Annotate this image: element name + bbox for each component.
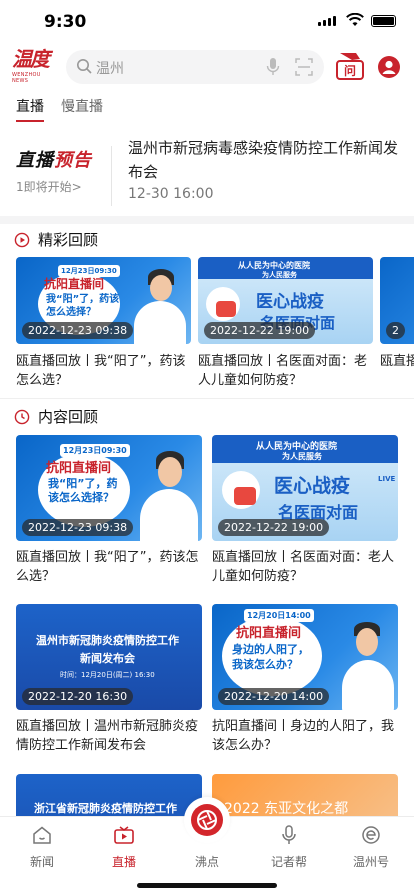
video-caption: 抗阳直播间丨身边的人阳了，我该怎么办？ — [212, 719, 395, 753]
live-tabs: 直播 慢直播 — [0, 92, 414, 124]
thumbnail-title: 浙江省新冠肺炎疫情防控工作 — [34, 802, 177, 815]
highlights-carousel[interactable]: 12月23日09:30 抗阳直播间 我“阳”了，药该怎么选择？ 2022-12-… — [0, 257, 414, 397]
tab-live-main[interactable]: 直播 — [94, 825, 154, 870]
divider — [0, 398, 414, 399]
video-date: 2022-12-20 16:30 — [22, 688, 134, 705]
video-thumbnail: 12月23日09:30 抗阳直播间 我“阳”了，药该怎么选择？ 2022-12-… — [16, 257, 191, 344]
video-thumbnail: 12月20日14:00 抗阳直播间 身边的人阳了，我该怎么办？ 2022-12-… — [212, 604, 398, 710]
top-header: 温度 WENZHOU NEWS 温州 问 — [0, 44, 414, 90]
video-date: 2022-12-20 14:00 — [218, 688, 330, 705]
section-separator — [0, 216, 414, 224]
live-preview-card[interactable]: 直播预告 1即将开始> 温州市新冠病毒感染疫情防控工作新闻发布会 12-30 1… — [0, 126, 414, 216]
highlights-title: 精彩回顾 — [38, 231, 99, 249]
battery-icon — [371, 15, 396, 27]
search-input[interactable]: 温州 — [66, 50, 324, 84]
video-caption: 瓯直播回放丨我“阳了”，药该怎么选？ — [16, 550, 199, 584]
status-bar: 9:30 — [0, 0, 414, 44]
scan-icon[interactable] — [295, 58, 313, 76]
preview-time: 12-30 16:00 — [128, 186, 214, 202]
center-action-button[interactable] — [184, 797, 230, 843]
video-caption: 瓯直播回放丨温州市新冠肺炎疫情防控工作新闻发布会 — [16, 719, 199, 753]
mic-icon — [282, 825, 296, 844]
search-placeholder: 温州 — [96, 61, 124, 77]
wifi-icon — [346, 13, 364, 26]
search-icon — [77, 59, 92, 74]
tab-wenzhou-account[interactable]: 温州号 — [341, 825, 401, 870]
tab-label: 沸点 — [194, 855, 219, 869]
video-date: 2022-12-22 19:00 — [204, 322, 316, 339]
video-thumbnail: 2 — [380, 257, 414, 344]
tv-icon — [114, 826, 134, 844]
video-date: 2022-12-23 09:38 — [22, 322, 134, 339]
play-circle-icon — [14, 232, 30, 247]
content-card[interactable]: 12月23日09:30 抗阳直播间 我“阳”了，药该怎么选择？ 2022-12-… — [16, 435, 202, 586]
highlight-card[interactable]: 2 瓯直播回放丨炎疫 — [380, 257, 414, 371]
camera-shutter-icon — [197, 810, 217, 830]
content-header: 内容回顾 — [14, 406, 98, 427]
tab-reporter[interactable]: 记者帮 — [259, 825, 319, 870]
video-caption: 瓯直播回放丨名医面对面：老人儿童如何防疫？ — [212, 550, 395, 584]
video-caption: 瓯直播回放丨名医面对面：老人儿童如何防疫？ — [198, 354, 368, 388]
signal-icon — [318, 16, 336, 26]
e-icon — [362, 826, 380, 844]
highlights-header: 精彩回顾 — [14, 229, 98, 250]
tab-slow-live[interactable]: 慢直播 — [61, 96, 103, 116]
voice-search-icon[interactable] — [266, 57, 280, 77]
content-title: 内容回顾 — [38, 408, 99, 426]
highlight-card[interactable]: 12月23日09:30 抗阳直播间 我“阳”了，药该怎么选择？ 2022-12-… — [16, 257, 191, 390]
upcoming-count[interactable]: 1即将开始> — [16, 178, 116, 195]
video-date: 2022-12-23 09:38 — [22, 519, 134, 536]
tab-label: 直播 — [111, 855, 136, 869]
video-caption: 瓯直播回放丨我“阳了”，药该怎么选？ — [16, 354, 186, 388]
app-logo[interactable]: 温度 WENZHOU NEWS — [12, 48, 56, 88]
video-thumbnail: 从人民为中心的医院 为人民服务 医心战疫 名医面对面 2022-12-22 19… — [198, 257, 373, 344]
video-thumbnail: 12月23日09:30 抗阳直播间 我“阳”了，药该怎么选择？ 2022-12-… — [16, 435, 202, 541]
content-card[interactable]: 温州市新冠肺炎疫情防控工作 新闻发布会 时间：12月20日(周二) 16:30 … — [16, 604, 202, 755]
home-indicator — [137, 883, 277, 888]
divider — [111, 146, 112, 206]
tab-news[interactable]: 新闻 — [12, 825, 72, 870]
history-icon — [14, 409, 30, 424]
logo-subtitle: WENZHOU NEWS — [12, 72, 41, 84]
video-date: 2022-12-22 19:00 — [218, 519, 330, 536]
user-icon[interactable] — [378, 56, 400, 78]
status-time: 9:30 — [44, 12, 87, 32]
logo-text: 温度 — [12, 47, 50, 71]
content-card[interactable]: 从人民为中心的医院 为人民服务 医心战疫 名医面对面 LIVE 2022-12-… — [212, 435, 398, 586]
tab-boiling[interactable]: 沸点 — [177, 847, 237, 870]
video-date: 2 — [386, 322, 405, 339]
content-card[interactable]: 12月20日14:00 抗阳直播间 身边的人阳了，我该怎么办？ 2022-12-… — [212, 604, 398, 755]
preview-title: 温州市新冠病毒感染疫情防控工作新闻发布会 — [128, 139, 399, 181]
video-thumbnail: 从人民为中心的医院 为人民服务 医心战疫 名医面对面 LIVE 2022-12-… — [212, 435, 398, 541]
tab-label: 温州号 — [352, 855, 389, 869]
tab-label: 新闻 — [29, 855, 54, 869]
live-preview-label: 直播预告 — [16, 150, 92, 171]
tab-label: 记者帮 — [270, 855, 307, 869]
home-icon — [33, 826, 51, 844]
video-thumbnail: 温州市新冠肺炎疫情防控工作 新闻发布会 时间：12月20日(周二) 16:30 … — [16, 604, 202, 710]
wen-zheng-icon[interactable]: 问 — [334, 50, 366, 84]
live-preview-brand: 直播预告 1即将开始> — [16, 146, 116, 195]
user-silhouette-icon — [382, 60, 396, 74]
svg-text:问: 问 — [344, 63, 356, 78]
video-caption: 瓯直播回放丨炎疫 — [380, 354, 414, 369]
thumbnail-title: 2022 东亚文化之都 — [224, 801, 349, 817]
tab-live[interactable]: 直播 — [16, 96, 44, 122]
highlight-card[interactable]: 从人民为中心的医院 为人民服务 医心战疫 名医面对面 2022-12-22 19… — [198, 257, 373, 390]
